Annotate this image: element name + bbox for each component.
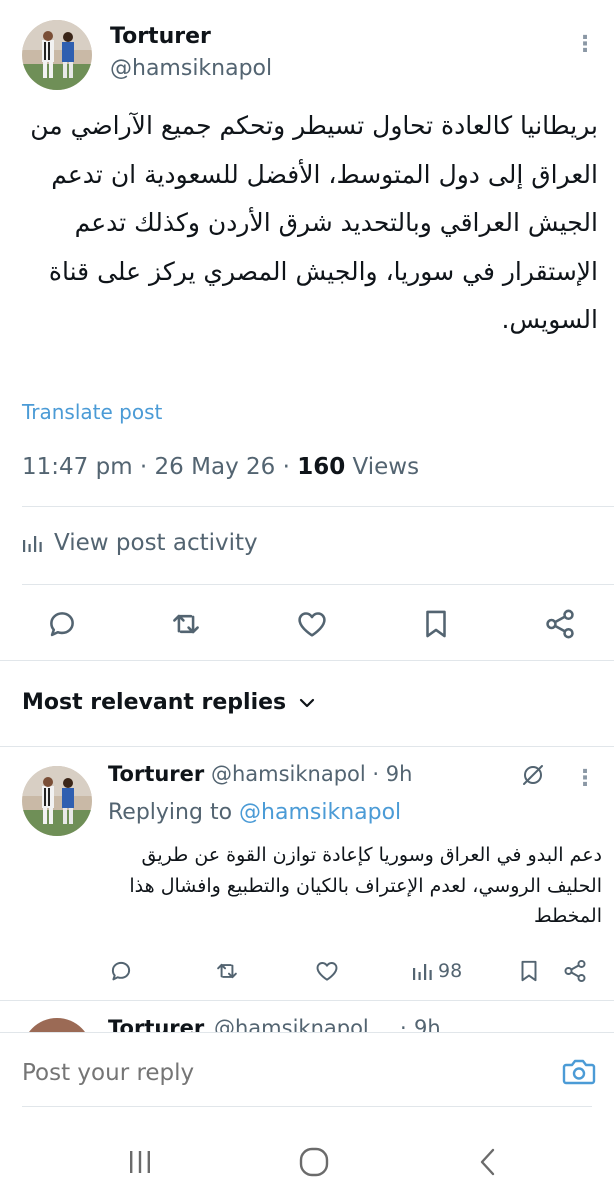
reply-bookmark-button[interactable]: [516, 956, 542, 986]
home-icon[interactable]: [294, 1146, 334, 1178]
author-name[interactable]: Torturer: [110, 24, 211, 49]
reply-header: Torturer @hamsiknapol · 9h: [108, 762, 412, 786]
replies-sort-dropdown[interactable]: Most relevant replies: [22, 690, 316, 715]
repost-button[interactable]: [164, 602, 208, 646]
share-icon: [546, 609, 574, 639]
reply-reply-button[interactable]: [108, 956, 134, 986]
divider: [22, 584, 614, 585]
replying-to-handle[interactable]: @hamsiknapol: [239, 800, 401, 825]
divider: [0, 746, 614, 747]
repost-icon: [217, 963, 237, 979]
views-label: Views: [352, 454, 420, 480]
heart-icon: [316, 962, 338, 981]
reply-like-button[interactable]: [314, 956, 340, 986]
meta-separator: ·: [139, 454, 148, 480]
divider: [0, 1000, 614, 1001]
divider: [0, 660, 614, 661]
reply-input[interactable]: [22, 1060, 502, 1086]
system-navigation-bar: [0, 1120, 614, 1200]
reply-views-button[interactable]: 98: [412, 956, 462, 986]
reply-button[interactable]: [40, 602, 84, 646]
like-button[interactable]: [290, 602, 334, 646]
reply-repost-button[interactable]: [214, 956, 240, 986]
next-reply-author-handle: @hamsiknapol: [214, 1016, 369, 1032]
replying-to-prefix: Replying to: [108, 800, 233, 825]
share-icon: [564, 959, 586, 983]
chevron-down-icon: [300, 698, 315, 707]
view-post-activity-label: View post activity: [54, 530, 258, 556]
next-reply-age: 9h: [414, 1016, 441, 1032]
bookmark-icon: [521, 960, 537, 982]
analytics-icon: [413, 964, 432, 980]
views-count: 160: [297, 454, 346, 480]
back-icon[interactable]: [468, 1146, 508, 1178]
divider: [0, 1032, 614, 1033]
post-metadata: 11:47 pm · 26 May 26 · 160 Views: [22, 454, 419, 480]
reply-share-button[interactable]: [562, 956, 588, 986]
bookmark-icon: [426, 610, 446, 638]
heart-icon: [298, 612, 326, 637]
translate-post-link[interactable]: Translate post: [22, 400, 162, 424]
next-reply-avatar: [22, 1018, 92, 1032]
bookmark-button[interactable]: [414, 602, 458, 646]
meta-separator: ·: [282, 454, 290, 480]
recent-apps-icon[interactable]: [120, 1146, 160, 1178]
next-reply-peek[interactable]: Torturer @hamsiknapol · 9h: [0, 1004, 614, 1032]
analytics-icon: [23, 536, 42, 552]
reply-author-handle[interactable]: @hamsiknapol: [211, 762, 366, 786]
reply-text: دعم البدو في العراق وسوريا كإعادة توازن …: [129, 844, 602, 927]
reply-author-avatar[interactable]: [22, 766, 92, 836]
reply-icon: [111, 961, 131, 981]
reply-views-count: 98: [438, 960, 463, 982]
post-date: 26 May 26: [154, 454, 276, 480]
post-text: بريطانيا كالعادة تحاول تسيطر وتحكم جميع …: [30, 111, 598, 334]
divider: [22, 1106, 592, 1107]
reply-age: 9h: [385, 762, 413, 786]
repost-icon: [173, 614, 199, 634]
post-time: 11:47 pm: [22, 454, 133, 480]
view-post-activity-button[interactable]: View post activity: [22, 530, 258, 556]
compose-reply-bar: [0, 1032, 614, 1112]
divider: [22, 506, 614, 507]
post-header: Torturer @hamsiknapol ⋮: [0, 0, 614, 100]
reply-more-options-icon[interactable]: ⋮: [574, 766, 596, 791]
reply-separator: ·: [372, 762, 380, 786]
author-handle[interactable]: @hamsiknapol: [110, 56, 272, 81]
reply-icon: [50, 612, 74, 637]
next-reply-separator: ·: [400, 1016, 407, 1032]
camera-icon[interactable]: [562, 1057, 596, 1091]
replies-sort-label: Most relevant replies: [22, 690, 287, 715]
more-options-icon[interactable]: ⋮: [574, 32, 596, 57]
reply-author-name[interactable]: Torturer: [108, 762, 204, 786]
next-reply-author-name: Torturer: [108, 1016, 205, 1032]
replying-to: Replying to @hamsiknapol: [108, 800, 401, 825]
share-button[interactable]: [538, 602, 582, 646]
author-avatar[interactable]: [22, 20, 92, 90]
grok-icon[interactable]: [520, 762, 546, 792]
